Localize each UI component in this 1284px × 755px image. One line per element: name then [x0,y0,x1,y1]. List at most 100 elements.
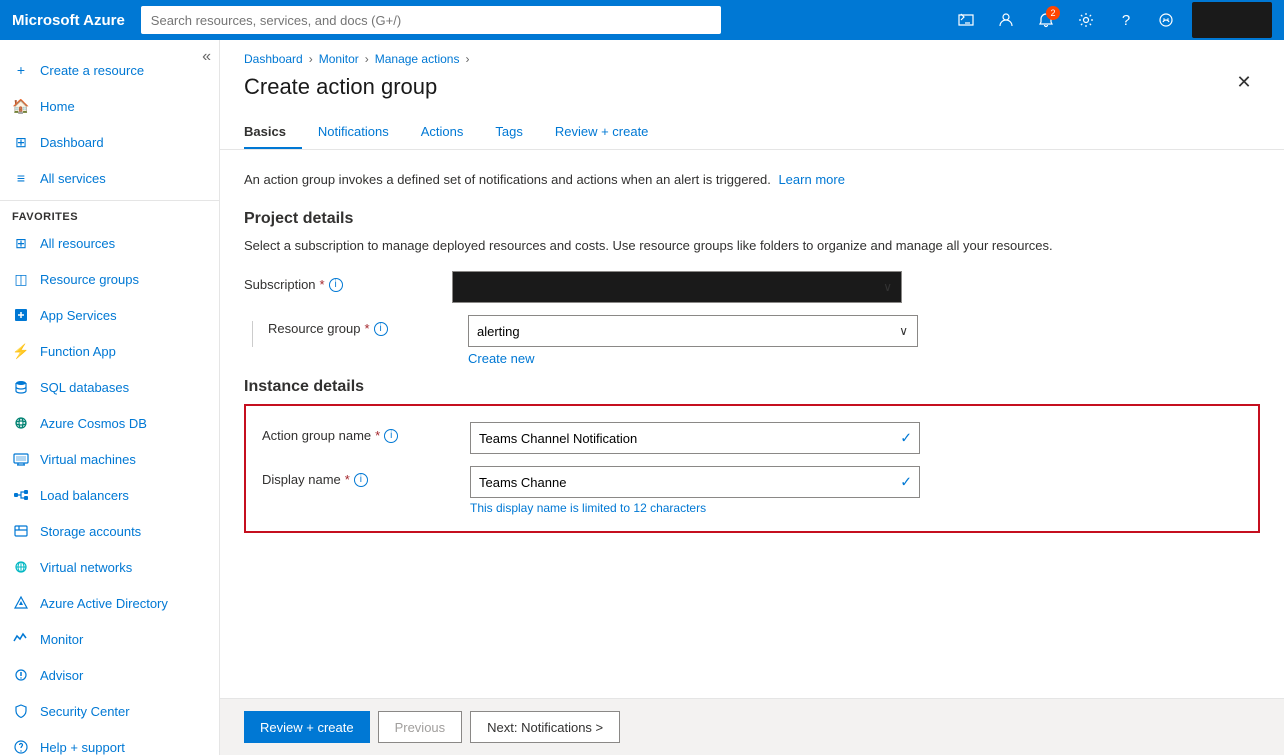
cosmos-icon [12,414,30,432]
vm-icon [12,450,30,468]
tab-notifications[interactable]: Notifications [302,116,405,149]
help-icon: ? [1122,12,1130,29]
indent [244,315,260,347]
brand-logo: Microsoft Azure [12,12,125,29]
resource-group-select-wrapper: alerting [468,315,918,347]
subscription-info-icon[interactable]: i [329,278,343,292]
sidebar-item-create-resource[interactable]: + Create a resource [0,52,219,88]
function-app-icon: ⚡ [12,342,30,360]
sidebar-item-all-services[interactable]: ≡ All services [0,160,219,196]
settings-button[interactable] [1068,2,1104,38]
sidebar-item-label: Help + support [40,740,125,755]
previous-button[interactable]: Previous [378,711,463,743]
dn-info-icon[interactable]: i [354,473,368,487]
sidebar-item-advisor[interactable]: Advisor [0,657,219,693]
create-new-link[interactable]: Create new [468,351,918,366]
dashboard-icon: ⊞ [12,133,30,151]
sidebar-item-storage-accounts[interactable]: Storage accounts [0,513,219,549]
sidebar-item-app-services[interactable]: App Services [0,297,219,333]
sidebar-item-function-app[interactable]: ⚡ Function App [0,333,219,369]
panel-header: Dashboard › Monitor › Manage actions › C… [220,40,1284,150]
sidebar-item-label: Dashboard [40,135,104,150]
next-button[interactable]: Next: Notifications > [470,711,620,743]
cloud-shell-button[interactable] [948,2,984,38]
help-support-icon [12,738,30,755]
display-name-label: Display name * i [262,466,462,487]
sidebar-item-cosmos-db[interactable]: Azure Cosmos DB [0,405,219,441]
sidebar-collapse-button[interactable]: « [202,48,211,66]
resource-group-info-icon[interactable]: i [374,322,388,336]
sidebar-item-home[interactable]: 🏠 Home [0,88,219,124]
aad-icon [12,594,30,612]
tab-tags[interactable]: Tags [479,116,538,149]
sidebar-item-all-resources[interactable]: ⊞ All resources [0,225,219,261]
breadcrumb-dashboard[interactable]: Dashboard [244,52,303,66]
list-icon: ≡ [12,169,30,187]
app-services-icon [12,306,30,324]
lb-icon [12,486,30,504]
sidebar-item-resource-groups[interactable]: ◫ Resource groups [0,261,219,297]
tab-basics[interactable]: Basics [244,116,302,149]
subscription-row: Subscription * i [244,271,1260,303]
sidebar-item-virtual-machines[interactable]: Virtual machines [0,441,219,477]
close-button[interactable]: ✕ [1228,66,1260,98]
sidebar-item-security-center[interactable]: Security Center [0,693,219,729]
search-input[interactable] [141,6,721,34]
display-name-input[interactable] [470,466,920,498]
breadcrumb-monitor[interactable]: Monitor [319,52,359,66]
sidebar-item-monitor[interactable]: Monitor [0,621,219,657]
resource-group-required: * [365,321,370,336]
plus-icon: + [12,61,30,79]
panel-footer: Review + create Previous Next: Notificat… [220,698,1284,755]
tab-actions[interactable]: Actions [405,116,480,149]
directory-button[interactable] [988,2,1024,38]
sidebar-item-help-support[interactable]: Help + support [0,729,219,755]
notification-badge: 2 [1046,6,1060,20]
breadcrumb-sep-2: › [365,52,369,66]
action-group-name-check-icon: ✓ [900,430,912,447]
project-details-desc: Select a subscription to manage deployed… [244,236,1260,256]
sidebar-item-label: Function App [40,344,116,359]
sidebar-item-label: Home [40,99,75,114]
help-button[interactable]: ? [1108,2,1144,38]
sidebar-item-load-balancers[interactable]: Load balancers [0,477,219,513]
action-group-name-label: Action group name * i [262,422,462,443]
sidebar-item-label: Storage accounts [40,524,141,539]
panel-title: Create action group [244,74,469,100]
resource-group-control: alerting Create new [468,315,918,366]
content-area: Dashboard › Monitor › Manage actions › C… [220,40,1284,755]
resource-group-select[interactable]: alerting [468,315,918,347]
all-resources-icon: ⊞ [12,234,30,252]
favorites-label: FAVORITES [0,205,219,225]
sidebar-item-sql-databases[interactable]: SQL databases [0,369,219,405]
display-name-control: ✓ This display name is limited to 12 cha… [470,466,920,515]
agn-info-icon[interactable]: i [384,429,398,443]
learn-more-link[interactable]: Learn more [778,172,844,187]
display-name-hint: This display name is limited to 12 chara… [470,501,920,515]
panel-title-row: Dashboard › Monitor › Manage actions › C… [244,52,1260,112]
sidebar-item-label: App Services [40,308,117,323]
notification-button[interactable]: 2 [1028,2,1064,38]
sidebar-item-virtual-networks[interactable]: Virtual networks [0,549,219,585]
tab-review-create[interactable]: Review + create [539,116,665,149]
review-create-button[interactable]: Review + create [244,711,370,743]
display-name-input-wrapper: ✓ [470,466,920,498]
sidebar-item-label: Create a resource [40,63,144,78]
vnet-icon [12,558,30,576]
sidebar-item-label: Azure Cosmos DB [40,416,147,431]
subscription-select[interactable] [452,271,902,303]
sidebar-item-label: Virtual machines [40,452,136,467]
subscription-control [452,271,902,303]
home-icon: 🏠 [12,97,30,115]
feedback-button[interactable] [1148,2,1184,38]
subscription-label: Subscription * i [244,271,444,292]
panel: Dashboard › Monitor › Manage actions › C… [220,40,1284,755]
action-group-name-input[interactable] [470,422,920,454]
sql-icon [12,378,30,396]
sidebar-item-dashboard[interactable]: ⊞ Dashboard [0,124,219,160]
user-avatar[interactable] [1192,2,1272,38]
breadcrumb-manage-actions[interactable]: Manage actions [375,52,460,66]
sidebar-item-label: All resources [40,236,115,251]
sidebar-item-azure-active-directory[interactable]: Azure Active Directory [0,585,219,621]
display-name-row: Display name * i ✓ This display name is … [262,466,1242,515]
